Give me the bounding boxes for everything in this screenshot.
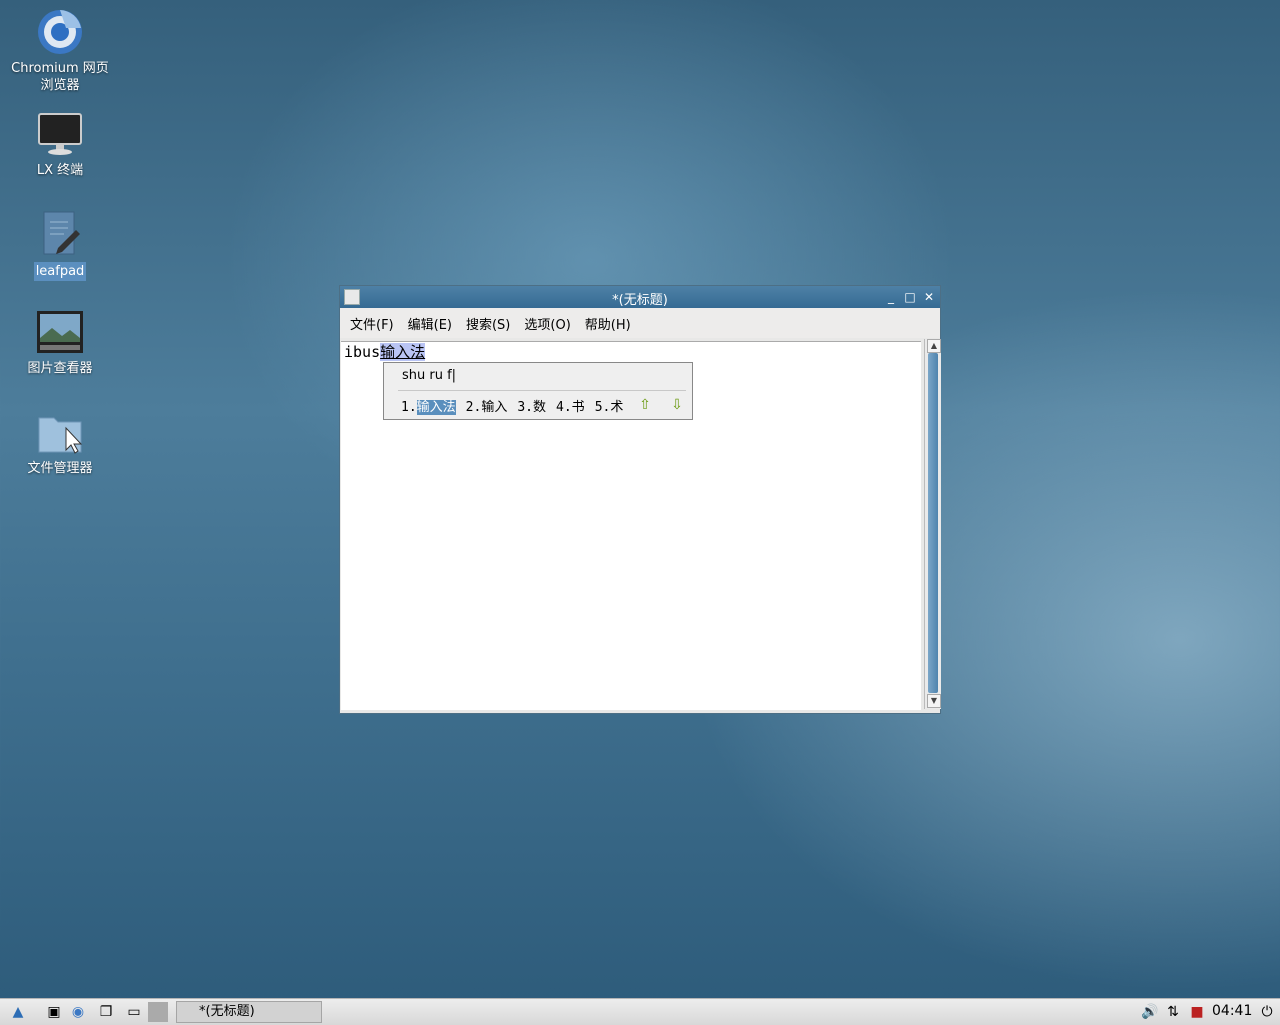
keyboard-indicator-icon[interactable]: ■ — [1187, 1002, 1207, 1022]
workspace-1-icon[interactable]: ▭ — [124, 1002, 144, 1022]
candidate-word: 术 — [610, 400, 624, 415]
volume-icon[interactable]: 🔊 — [1140, 1002, 1160, 1022]
monitor-icon — [36, 110, 84, 158]
candidate-index: 4. — [556, 400, 572, 415]
candidate-word: 数 — [533, 400, 547, 415]
taskbar: ▲ ▣ ◉ ❐ ▭ *(无标题) 🔊 ⇅ ■ 04:41 ⏻ — [0, 998, 1280, 1025]
desktop-icon-file-manager[interactable]: 文件管理器 — [5, 408, 115, 477]
menu-file[interactable]: 文件(F) — [350, 314, 394, 333]
candidate-index: 1. — [401, 400, 417, 415]
menu-options[interactable]: 选项(O) — [524, 314, 570, 333]
leafpad-window: *(无标题) _ □ ✕ 文件(F) 编辑(E) 搜索(S) 选项(O) 帮助(… — [339, 285, 941, 714]
scroll-up-arrow-icon[interactable]: ▲ — [927, 339, 941, 353]
candidate-index: 2. — [465, 400, 482, 415]
window-title: *(无标题) — [612, 293, 668, 308]
menu-search[interactable]: 搜索(S) — [466, 314, 510, 333]
desktop-icon-terminal[interactable]: LX 终端 — [5, 110, 115, 179]
desktop-icon-label: 图片查看器 — [27, 361, 93, 376]
menu-help[interactable]: 帮助(H) — [585, 314, 631, 333]
start-menu-icon[interactable]: ▲ — [8, 1002, 28, 1022]
desktop-icon-label: 浏览器 — [40, 78, 80, 93]
ime-separator — [398, 390, 686, 391]
file-manager-launch-icon[interactable]: ▣ — [44, 1002, 64, 1022]
maximize-button[interactable]: □ — [902, 288, 918, 306]
ime-candidate-list: 1.输入法 2.输入 3.数 4.书 5.术 — [401, 396, 623, 415]
ime-candidate[interactable]: 3.数 — [517, 396, 546, 415]
menubar: 文件(F) 编辑(E) 搜索(S) 选项(O) 帮助(H) — [340, 308, 940, 338]
editor-text-line: ibus输入法 — [344, 342, 426, 362]
scroll-down-arrow-icon[interactable]: ▼ — [927, 694, 941, 708]
minimize-button[interactable]: _ — [883, 288, 899, 306]
arrow-down-icon[interactable]: ⇩ — [667, 396, 687, 414]
menu-edit[interactable]: 编辑(E) — [408, 314, 452, 333]
ime-candidate[interactable]: 4.书 — [556, 396, 585, 415]
candidate-index: 5. — [594, 400, 611, 415]
ime-candidate[interactable]: 5.术 — [595, 396, 624, 415]
clock[interactable]: 04:41 — [1212, 1003, 1252, 1019]
vertical-scrollbar[interactable]: ▲ ▼ — [924, 339, 941, 709]
network-icon[interactable]: ⇅ — [1163, 1002, 1183, 1022]
ime-candidate-window: shu ru f| 1.输入法 2.输入 3.数 4.书 5.术 ⇧ ⇩ — [383, 362, 693, 420]
ime-pinyin-input: shu ru f| — [402, 368, 457, 383]
folder-icon — [36, 408, 84, 456]
text-editor-icon — [36, 210, 84, 258]
arrow-up-icon[interactable]: ⇧ — [635, 396, 655, 414]
image-viewer-icon — [36, 308, 84, 356]
desktop-icon-label: LX 终端 — [36, 163, 84, 178]
desktop-icon-label: 文件管理器 — [27, 461, 93, 476]
desktop-icon-image-viewer[interactable]: 图片查看器 — [5, 308, 115, 377]
ime-candidate[interactable]: 1.输入法 — [401, 396, 456, 415]
taskbar-window-button[interactable]: *(无标题) — [176, 1001, 322, 1023]
scrollbar-thumb[interactable] — [928, 353, 938, 693]
editor-committed-text: ibus — [344, 343, 381, 361]
desktop-icon-chromium[interactable]: Chromium 网页 浏览器 — [5, 8, 115, 94]
candidate-index: 3. — [517, 400, 533, 415]
window-titlebar[interactable]: *(无标题) _ □ ✕ — [340, 286, 940, 308]
desktop-icon-leafpad[interactable]: leafpad — [5, 210, 115, 281]
chromium-icon — [36, 8, 84, 56]
candidate-word: 输入 — [481, 400, 508, 415]
desktop-icon-label: leafpad — [33, 262, 87, 281]
candidate-word: 输入法 — [416, 400, 456, 415]
ime-candidate[interactable]: 2.输入 — [466, 396, 508, 415]
show-desktop-icon[interactable]: ❐ — [96, 1002, 116, 1022]
close-button[interactable]: ✕ — [921, 288, 937, 306]
desktop-icon-label: Chromium 网页 — [11, 61, 109, 76]
power-icon[interactable]: ⏻ — [1257, 1002, 1277, 1022]
workspace-2-icon[interactable] — [148, 1002, 168, 1022]
editor-preedit-text: 输入法 — [380, 343, 426, 361]
browser-launch-icon[interactable]: ◉ — [68, 1002, 88, 1022]
candidate-word: 书 — [571, 400, 585, 415]
